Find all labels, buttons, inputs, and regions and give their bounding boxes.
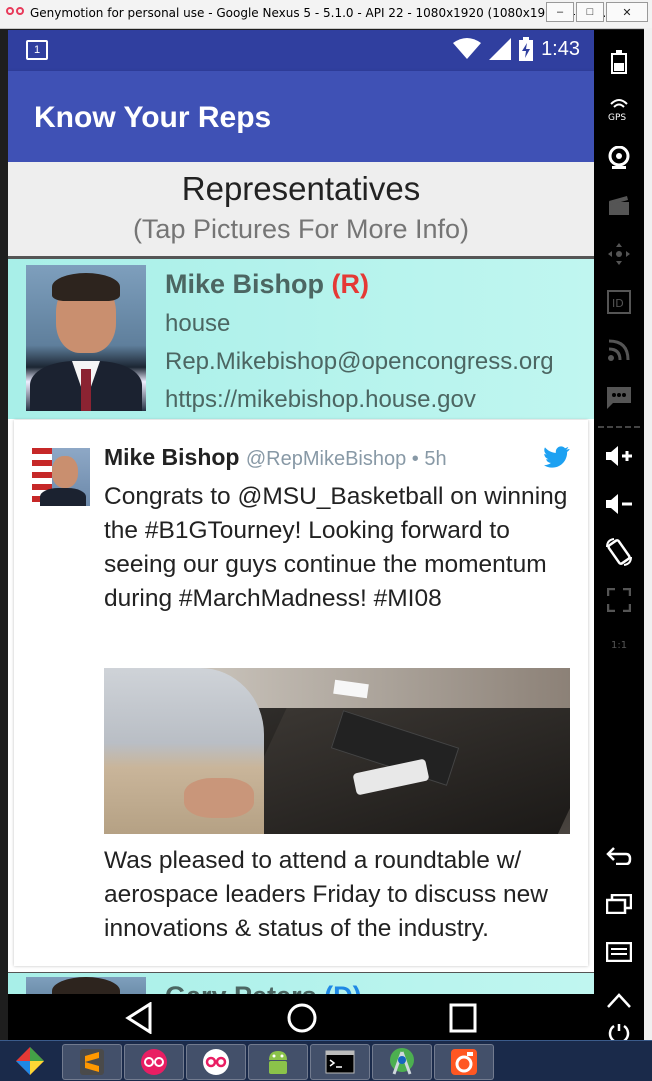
svg-text:ID: ID [612, 297, 624, 310]
android-icon[interactable] [248, 1044, 308, 1080]
android-studio-icon[interactable] [372, 1044, 432, 1080]
rep-party: (R) [331, 269, 370, 299]
list-title: Representatives [181, 170, 421, 207]
emulator-toolbar: GPS ID 1:1 [594, 30, 644, 1040]
recent-apps-icon[interactable] [594, 886, 644, 922]
back-icon[interactable] [594, 838, 644, 874]
home-icon[interactable] [286, 1002, 318, 1034]
twitter-bird-icon[interactable] [544, 446, 570, 468]
maximize-button[interactable]: □ [576, 2, 604, 22]
rep-name: Gary Peters [165, 981, 317, 994]
back-icon[interactable] [124, 1002, 154, 1034]
device-id-icon[interactable]: ID [594, 284, 644, 320]
rep-name-line: Gary Peters (D) [165, 981, 362, 994]
webcam-icon[interactable] [594, 140, 644, 176]
status-bar: 1 1:43 [8, 30, 594, 71]
list-subtitle: (Tap Pictures For More Info) [132, 214, 470, 244]
notification-icon: 1 [26, 40, 48, 60]
rep-photo[interactable] [26, 265, 146, 411]
android-screen: 1 1:43 Know Your Reps Representatives (T… [8, 30, 594, 1040]
close-button[interactable]: ✕ [606, 2, 648, 22]
rep-card: Mike Bishop (R) house Rep.Mikebishop@ope… [8, 258, 594, 419]
navigation-bar [8, 994, 594, 1040]
gps-icon[interactable]: GPS [594, 92, 644, 128]
tweet-header: Mike Bishop @RepMikeBishop • 5h [104, 444, 447, 471]
fullscreen-icon[interactable] [594, 582, 644, 618]
minimize-button[interactable]: – [546, 2, 574, 22]
app-title: Know Your Reps [34, 101, 272, 134]
recording-app-icon[interactable] [434, 1044, 494, 1080]
rotate-icon[interactable] [594, 534, 644, 570]
battery-icon[interactable] [594, 44, 644, 80]
svg-text:1:1: 1:1 [611, 640, 627, 651]
reps-list[interactable]: Representatives (Tap Pictures For More I… [8, 162, 594, 994]
app-bar: Know Your Reps [8, 71, 594, 162]
rep-photo[interactable] [26, 977, 146, 994]
genymotion-logo-icon [6, 7, 24, 19]
host-window-titlebar: Genymotion for personal use - Google Nex… [0, 0, 652, 29]
rep-name: Mike Bishop [165, 269, 325, 299]
tweet-avatar[interactable] [32, 448, 90, 506]
window-border [644, 28, 652, 1040]
sublime-text-icon[interactable] [62, 1044, 122, 1080]
tweet-text: Congrats to @MSU_Basketball on winning t… [104, 483, 568, 612]
signal-icon [489, 38, 512, 60]
volume-down-icon[interactable] [594, 486, 644, 522]
wifi-icon [453, 38, 482, 59]
home-icon[interactable] [594, 982, 644, 1018]
start-icon[interactable] [2, 1044, 58, 1078]
volume-up-icon[interactable] [594, 438, 644, 474]
rep-name-line: Mike Bishop (R) [165, 269, 554, 300]
rep-email[interactable]: Rep.Mikebishop@opencongress.org [165, 348, 554, 376]
svg-text:GPS: GPS [608, 113, 626, 122]
tweet-author-name[interactable]: Mike Bishop [104, 444, 239, 470]
rep-chamber: house [165, 310, 231, 337]
capture-icon[interactable] [594, 188, 644, 224]
genymotion-icon[interactable] [124, 1044, 184, 1080]
taskbar [0, 1040, 652, 1081]
tweet-card[interactable]: Mike Bishop @RepMikeBishop • 5h Congrats… [14, 420, 588, 966]
rep-party: (D) [324, 981, 361, 994]
host-window-title: Genymotion for personal use - Google Nex… [30, 6, 610, 20]
command-prompt-icon[interactable] [310, 1044, 370, 1080]
rep-website[interactable]: https://mikebishop.house.gov [165, 386, 554, 414]
power-icon[interactable] [594, 1024, 644, 1040]
tweet-photo-caption: Was pleased to attend a roundtable w/ ae… [104, 847, 548, 942]
genymotion-player-icon[interactable] [186, 1044, 246, 1080]
menu-icon[interactable] [594, 934, 644, 970]
toolbar-separator [598, 426, 640, 428]
tweet-handle: @RepMikeBishop • 5h [245, 448, 447, 470]
pixel-perfect-icon[interactable]: 1:1 [594, 626, 644, 662]
list-header: Representatives (Tap Pictures For More I… [8, 162, 594, 258]
sms-icon[interactable] [594, 380, 644, 416]
rep-card: Gary Peters (D) [8, 972, 594, 994]
battery-charging-icon [519, 37, 534, 61]
clock: 1:43 [541, 37, 580, 60]
rss-icon[interactable] [594, 332, 644, 368]
remote-control-icon[interactable] [594, 236, 644, 272]
tweet-photo[interactable] [104, 668, 570, 834]
recent-apps-icon[interactable] [448, 1002, 478, 1034]
